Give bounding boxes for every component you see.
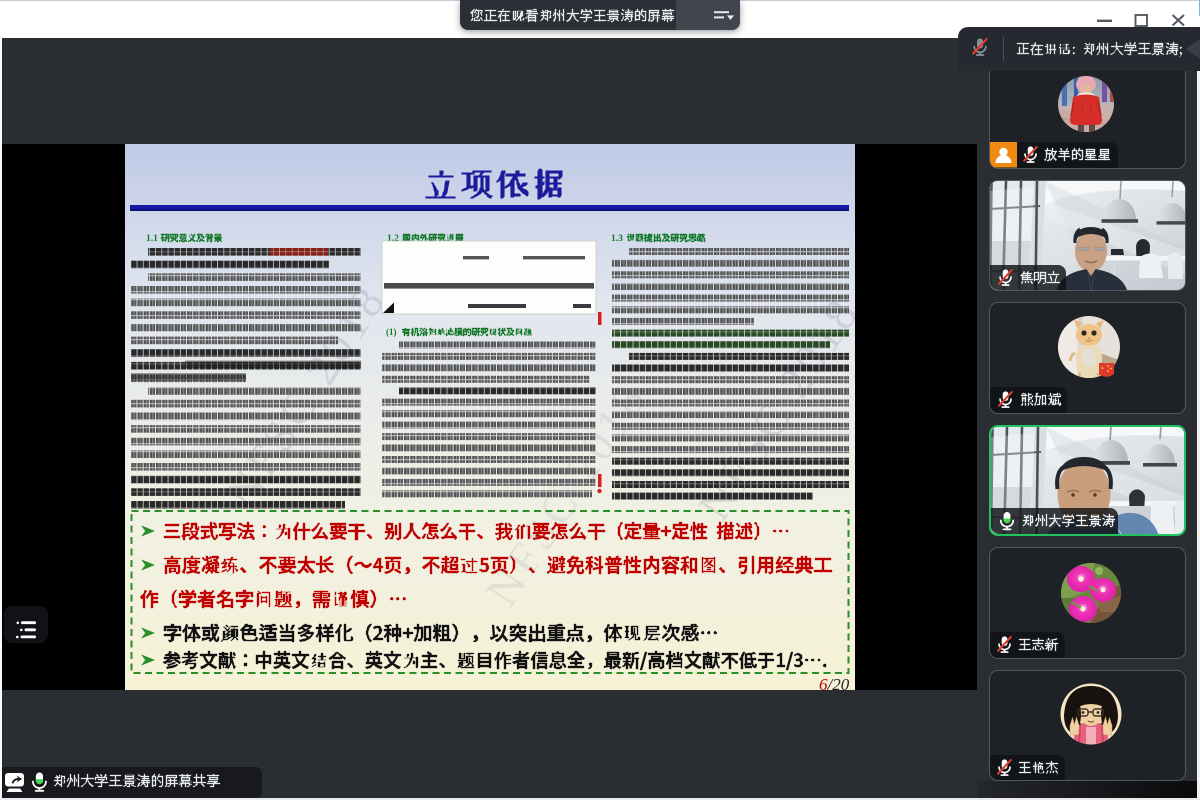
svg-text:1.3: 1.3 (611, 234, 623, 244)
svg-text:(1): (1) (386, 327, 397, 337)
svg-text:6/20: 6/20 (819, 675, 850, 690)
svg-text:1.1: 1.1 (146, 234, 158, 244)
